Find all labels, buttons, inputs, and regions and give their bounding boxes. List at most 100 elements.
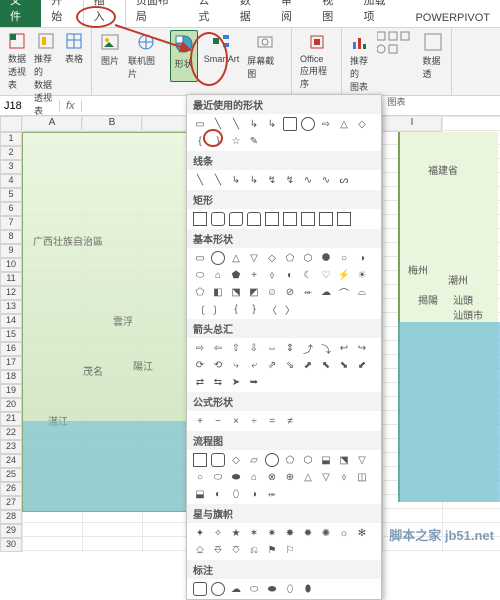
shape-flow[interactable]: ◑ (247, 487, 261, 501)
shape-basic[interactable]: ▭ (193, 251, 207, 265)
shape-basic[interactable]: ▽ (247, 251, 261, 265)
shape-star[interactable]: ✻ (355, 526, 369, 540)
shape-banner[interactable]: ⚐ (283, 543, 297, 557)
shape-callout[interactable]: ☁ (229, 582, 243, 596)
pivotchart-button[interactable]: 数据透 (421, 30, 446, 95)
row-head[interactable]: 5 (0, 188, 22, 202)
shape-callout[interactable]: ⬯ (283, 582, 297, 596)
shape-rect[interactable] (211, 212, 225, 226)
shape-eq[interactable]: − (211, 414, 225, 428)
shape-rect[interactable] (283, 117, 297, 131)
shape-line[interactable]: ╲ (229, 117, 243, 131)
shape-line[interactable]: ↯ (265, 173, 279, 187)
shape-basic[interactable]: ♡ (319, 268, 333, 282)
shape-basic[interactable]: △ (229, 251, 243, 265)
shape-flow[interactable]: ⬯ (229, 487, 243, 501)
shape-arrow[interactable]: ⟲ (211, 358, 225, 372)
shape-callout[interactable]: ⬮ (301, 582, 315, 596)
shape-basic[interactable]: ⯃ (319, 251, 333, 265)
shape-star[interactable]: ✺ (319, 526, 333, 540)
shape-basic[interactable]: ☺ (265, 285, 279, 299)
row-head[interactable]: 10 (0, 258, 22, 272)
shape-eq[interactable]: ≠ (283, 414, 297, 428)
shape-line[interactable]: ╲ (193, 173, 207, 187)
shape-curve[interactable]: ∿ (301, 173, 315, 187)
shape-freeform[interactable]: ✎ (247, 134, 261, 148)
shapes-button[interactable]: 形状 (170, 30, 198, 82)
tab-layout[interactable]: 页面布局 (126, 0, 189, 27)
shape-arrow[interactable]: ⤵ (319, 341, 333, 355)
shape-eq[interactable]: × (229, 414, 243, 428)
shape-basic[interactable]: + (247, 268, 261, 282)
shape-flow[interactable]: ⬭ (211, 470, 225, 484)
shape-eq[interactable]: ÷ (247, 414, 261, 428)
shape-arrow[interactable]: ⇨ (193, 341, 207, 355)
shape-connector[interactable]: ↳ (247, 117, 261, 131)
shape-basic[interactable]: ◧ (211, 285, 225, 299)
shape-arrow[interactable]: ⬉ (319, 358, 333, 372)
shape-basic[interactable]: ⬭ (193, 268, 207, 282)
shape-flow[interactable]: ○ (193, 470, 207, 484)
tab-addins[interactable]: 加载项 (354, 0, 406, 27)
row-head[interactable]: 14 (0, 314, 22, 328)
shape-line[interactable]: ╲ (211, 173, 225, 187)
shape-basic[interactable]: ⬡ (301, 251, 315, 265)
shape-arrow[interactable]: ➥ (247, 375, 261, 389)
row-head[interactable]: 16 (0, 342, 22, 356)
shape-eq[interactable]: = (265, 414, 279, 428)
shape-callout[interactable]: ⬭ (247, 582, 261, 596)
online-pic-button[interactable]: 联机图片 (126, 30, 166, 82)
shape-rect[interactable] (229, 212, 243, 226)
shape-callout[interactable]: ⬬ (265, 582, 279, 596)
shape-line[interactable]: ↳ (229, 173, 243, 187)
shape-basic[interactable]: ⌂ (211, 268, 225, 282)
shape-arrow[interactable]: ↩ (337, 341, 351, 355)
shape-basic[interactable]: ⌒ (337, 285, 351, 299)
shape-basic[interactable]: ⬠ (193, 285, 207, 299)
row-head[interactable]: 17 (0, 356, 22, 370)
select-all[interactable] (0, 116, 22, 132)
shape-arrow[interactable]: ⇩ (247, 341, 261, 355)
shape-rect[interactable] (265, 212, 279, 226)
office-apps-button[interactable]: Office 应用程序 (298, 30, 335, 92)
shape-arrow[interactable]: ⬈ (301, 358, 315, 372)
shape-arrow[interactable]: ⬋ (355, 358, 369, 372)
row-head[interactable]: 13 (0, 300, 22, 314)
shape-arrow[interactable]: ⇨ (319, 117, 333, 131)
row-head[interactable]: 4 (0, 174, 22, 188)
shape-arrow[interactable]: ➤ (229, 375, 243, 389)
shape-star[interactable]: ✷ (265, 526, 279, 540)
shape-flow[interactable]: ◫ (355, 470, 369, 484)
shape-triangle[interactable]: △ (337, 117, 351, 131)
shape-basic[interactable]: } (247, 302, 261, 316)
tab-home[interactable]: 开始 (41, 0, 82, 27)
shape-arrow[interactable]: ⤶ (247, 358, 261, 372)
shape-arrow[interactable]: ⇧ (229, 341, 243, 355)
shape-banner[interactable]: ⎏ (229, 543, 243, 557)
row-head[interactable]: 2 (0, 146, 22, 160)
shape-flow[interactable]: ⬬ (229, 470, 243, 484)
tab-view[interactable]: 视图 (312, 0, 353, 27)
shape-basic[interactable]: 〈 (265, 302, 279, 316)
shape-basic[interactable]: 〔 (193, 302, 207, 316)
shape-basic[interactable]: ☾ (301, 268, 315, 282)
shape-flow[interactable]: ⌂ (247, 470, 261, 484)
shape-textbox[interactable]: ▭ (193, 117, 207, 131)
shape-banner[interactable]: ⚑ (265, 543, 279, 557)
shape-arrow[interactable]: ⤷ (229, 358, 243, 372)
chart-icons-row2[interactable] (377, 43, 417, 55)
shape-flow[interactable]: △ (301, 470, 315, 484)
row-head[interactable]: 11 (0, 272, 22, 286)
shape-line[interactable]: ╲ (211, 117, 225, 131)
smartart-button[interactable]: SmartArt (202, 30, 242, 82)
row-head[interactable]: 25 (0, 468, 22, 482)
shape-eq[interactable]: + (193, 414, 207, 428)
shape-brace[interactable]: } (211, 134, 225, 148)
shape-arrow[interactable]: ↪ (355, 341, 369, 355)
shape-diamond[interactable]: ◇ (355, 117, 369, 131)
shape-arrow[interactable]: ⤴ (301, 341, 315, 355)
row-head[interactable]: 23 (0, 440, 22, 454)
shape-basic[interactable]: 〉 (283, 302, 297, 316)
row-head[interactable]: 27 (0, 496, 22, 510)
shape-brace[interactable]: { (193, 134, 207, 148)
